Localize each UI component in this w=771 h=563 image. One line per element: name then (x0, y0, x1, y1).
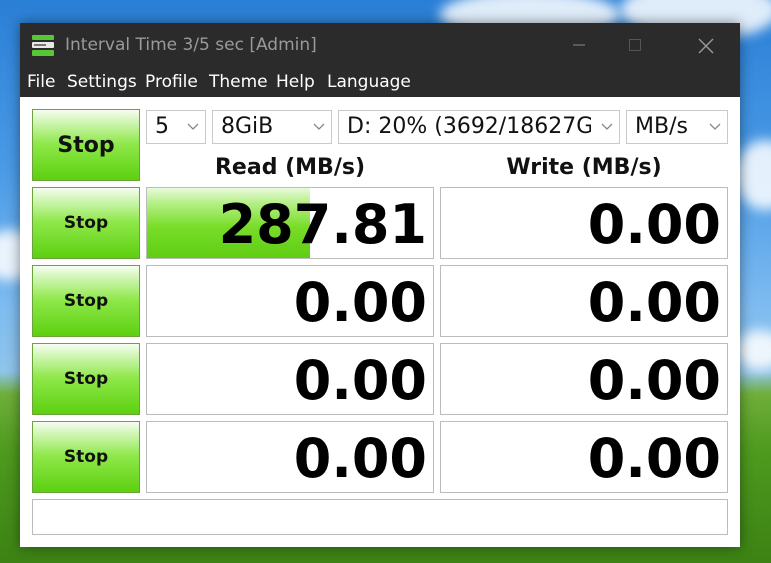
row-stop-button[interactable]: Stop (32, 187, 140, 259)
test-count-value: 5 (155, 114, 169, 139)
chevron-down-icon (187, 123, 199, 130)
minimize-button[interactable] (556, 23, 602, 67)
menu-settings[interactable]: Settings (67, 72, 137, 92)
write-result-cell: 0.00 (440, 343, 728, 415)
test-size-select[interactable]: 8GiB (212, 110, 332, 144)
read-value: 0.00 (293, 271, 427, 334)
maximize-icon (629, 39, 641, 51)
read-result-cell: 0.00 (146, 343, 434, 415)
write-value: 0.00 (587, 427, 721, 490)
title-bar[interactable]: Interval Time 3/5 sec [Admin] (20, 23, 740, 67)
test-size-value: 8GiB (221, 114, 274, 139)
menu-help[interactable]: Help (276, 72, 315, 92)
read-value: 287.81 (218, 193, 427, 256)
unit-value: MB/s (635, 114, 688, 139)
chevron-down-icon (313, 123, 325, 130)
chevron-down-icon (601, 123, 613, 130)
read-column-header: Read (MB/s) (214, 155, 365, 180)
write-result-cell: 0.00 (440, 265, 728, 337)
stop-all-button[interactable]: Stop (32, 109, 140, 181)
drive-select[interactable]: D: 20% (3692/18627GiB) (338, 110, 620, 144)
drive-value: D: 20% (3692/18627GiB) (347, 114, 591, 139)
write-result-cell: 0.00 (440, 187, 728, 259)
read-value: 0.00 (293, 427, 427, 490)
row-stop-button[interactable]: Stop (32, 343, 140, 415)
maximize-button[interactable] (612, 23, 658, 67)
menu-theme[interactable]: Theme (209, 72, 268, 92)
write-value: 0.00 (587, 271, 721, 334)
write-result-cell: 0.00 (440, 421, 728, 493)
row-stop-button[interactable]: Stop (32, 421, 140, 493)
minimize-icon (573, 44, 585, 46)
chevron-down-icon (709, 123, 721, 130)
menu-bar: File Settings Profile Theme Help Languag… (20, 67, 740, 97)
write-column-header: Write (MB/s) (506, 155, 662, 180)
read-result-cell: 0.00 (146, 421, 434, 493)
comment-field[interactable] (32, 499, 728, 535)
read-value: 0.00 (293, 349, 427, 412)
app-window: Interval Time 3/5 sec [Admin] File Setti… (20, 23, 740, 547)
main-panel: Stop 5 8GiB D: 20% (3692/18627GiB) MB/s … (20, 97, 740, 547)
write-value: 0.00 (587, 349, 721, 412)
window-title: Interval Time 3/5 sec [Admin] (65, 35, 317, 55)
read-result-cell: 0.00 (146, 265, 434, 337)
test-count-select[interactable]: 5 (146, 110, 206, 144)
unit-select[interactable]: MB/s (626, 110, 728, 144)
app-drive-icon (31, 33, 55, 57)
close-icon (698, 38, 714, 54)
read-result-cell: 287.81 (146, 187, 434, 259)
menu-file[interactable]: File (27, 72, 55, 92)
row-stop-button[interactable]: Stop (32, 265, 140, 337)
menu-language[interactable]: Language (327, 72, 411, 92)
close-button[interactable] (682, 23, 728, 67)
write-value: 0.00 (587, 193, 721, 256)
menu-profile[interactable]: Profile (145, 72, 198, 92)
